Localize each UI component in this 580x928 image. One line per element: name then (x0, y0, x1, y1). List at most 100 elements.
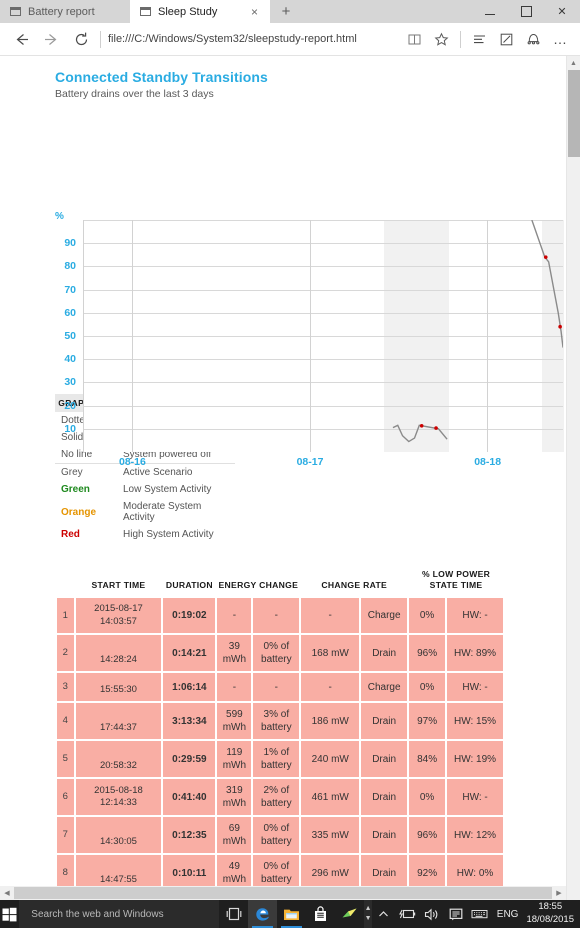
legend-color-label: Red (61, 529, 80, 540)
horizontal-scroll-thumb[interactable] (14, 887, 552, 899)
cell-change-rate: 240 mW (301, 741, 360, 778)
scroll-left-arrow[interactable]: ◀ (0, 889, 14, 897)
tab-battery-report[interactable]: Battery report (0, 0, 130, 23)
taskbar: Search the web and Windows ▲ ▼ ENG 18:55… (0, 900, 580, 928)
vertical-scrollbar[interactable]: ▲ (566, 56, 580, 900)
cell-energy-mwh: 599 mWh (217, 703, 252, 740)
keyboard-icon[interactable] (468, 908, 492, 920)
scroll-up-arrow[interactable]: ▲ (567, 56, 580, 70)
start-button[interactable] (0, 900, 19, 928)
cell-change-rate: 335 mW (301, 817, 360, 854)
cell-hw-percent: HW: 89% (447, 635, 503, 672)
cell-energy-percent: 0% of battery (253, 817, 300, 854)
divider (100, 30, 101, 48)
cell-energy-mwh: 319 mWh (217, 779, 252, 816)
action-center-icon[interactable] (444, 908, 468, 921)
table-header-row: START TIME DURATION ENERGY CHANGE CHANGE… (57, 567, 503, 597)
web-note-icon[interactable] (493, 25, 520, 53)
cell-change-direction: Charge (361, 673, 408, 702)
legend-color-description: Moderate System Activity (123, 501, 202, 523)
scroll-right-arrow[interactable]: ▶ (552, 889, 566, 897)
more-actions-icon[interactable]: … (547, 25, 574, 53)
language-indicator[interactable]: ENG (492, 909, 524, 920)
legend-row: Orange Moderate System Activity (55, 498, 235, 526)
page-viewport: Connected Standby Transitions Battery dr… (0, 56, 580, 900)
share-icon[interactable] (520, 25, 547, 53)
tab-strip: Battery report Sleep Study × + ✕ (0, 0, 580, 23)
start-clock: 12:14:33 (99, 797, 137, 809)
search-input[interactable]: Search the web and Windows (19, 900, 220, 928)
table-row: 5 20:58:32 0:29:59 119 mWh 1% of battery 240 … (57, 741, 503, 778)
show-hidden-icons-icon[interactable] (372, 908, 396, 921)
sleep-study-report: Connected Standby Transitions Battery dr… (0, 69, 566, 900)
tab-label: Sleep Study (158, 5, 218, 18)
battery-icon[interactable] (396, 908, 420, 920)
start-clock: 14:30:05 (99, 835, 137, 847)
y-axis-tick: 10 (64, 422, 76, 435)
transitions-table-wrapper: START TIME DURATION ENERGY CHANGE CHANGE… (55, 565, 566, 900)
task-view-icon[interactable] (219, 900, 248, 928)
clock[interactable]: 18:55 18/08/2015 (523, 901, 580, 927)
cell-index: 2 (57, 635, 74, 672)
table-row: 2 14:28:24 0:14:21 39 mWh 0% of battery 168 m… (57, 635, 503, 672)
cell-hw-percent: HW: 12% (447, 817, 503, 854)
chevron-up-icon[interactable]: ▲ (365, 904, 372, 915)
start-clock: 14:47:55 (99, 873, 137, 885)
cell-low-power-percent: 96% (409, 635, 446, 672)
cell-energy-mwh: 39 mWh (217, 635, 252, 672)
window-controls: ✕ (472, 0, 580, 23)
cell-duration: 0:41:40 (163, 779, 216, 816)
back-arrow-icon[interactable] (6, 25, 36, 53)
cell-start-time: 2015-08-18 12:14:33 (75, 779, 162, 816)
cell-index: 4 (57, 703, 74, 740)
start-clock: 17:44:37 (99, 721, 137, 733)
legend-color-label: Grey (55, 463, 117, 481)
refresh-icon[interactable] (66, 25, 96, 53)
clock-time: 18:55 (538, 901, 563, 913)
cell-hw-percent: HW: - (447, 673, 503, 702)
cell-energy-percent: 0% of battery (253, 635, 300, 672)
x-axis-tick: 08-16 (119, 456, 146, 468)
vertical-scroll-thumb[interactable] (568, 70, 580, 157)
reading-view-icon[interactable] (401, 25, 428, 53)
cell-energy-mwh: 69 mWh (217, 817, 252, 854)
start-clock: 14:28:24 (99, 653, 137, 665)
taskbar-buttons (219, 900, 364, 928)
start-clock: 14:03:57 (99, 615, 137, 627)
divider (460, 30, 461, 48)
start-date: 2015-08-18 (94, 784, 143, 796)
volume-icon[interactable] (420, 908, 444, 921)
store-icon[interactable] (306, 900, 335, 928)
address-bar[interactable]: file:///C:/Windows/System32/sleepstudy-r… (108, 25, 401, 53)
taskbar-overflow-scroll[interactable]: ▲ ▼ (364, 900, 372, 928)
new-tab-button[interactable]: + (270, 0, 302, 23)
chevron-down-icon[interactable]: ▼ (365, 914, 372, 925)
feedback-icon[interactable] (335, 900, 364, 928)
legend-row: Green Low System Activity (55, 481, 235, 498)
y-axis-tick: 60 (64, 306, 76, 319)
close-window-button[interactable]: ✕ (544, 0, 580, 23)
folder-icon[interactable] (277, 900, 306, 928)
edge-icon[interactable] (248, 900, 278, 928)
cell-duration: 1:06:14 (163, 673, 216, 702)
toolbar-icons: … (401, 25, 574, 53)
cell-start-time: 17:44:37 (75, 703, 162, 740)
horizontal-scrollbar[interactable]: ◀ ▶ (0, 886, 566, 900)
tab-label: Battery report (28, 5, 95, 18)
cell-hw-percent: HW: - (447, 779, 503, 816)
close-tab-icon[interactable]: × (249, 6, 260, 18)
restore-button[interactable] (508, 0, 544, 23)
table-row: 4 17:44:37 3:13:34 599 mWh 3% of battery 186 … (57, 703, 503, 740)
legend-color-label: Orange (61, 506, 97, 518)
cell-start-time: 15:55:30 (75, 673, 162, 702)
hub-icon[interactable] (466, 25, 493, 53)
favorite-star-icon[interactable] (428, 25, 455, 53)
th-duration: DURATION (163, 567, 216, 597)
minimize-button[interactable] (472, 0, 508, 23)
page-subtitle: Battery drains over the last 3 days (55, 88, 214, 100)
th-index (57, 567, 74, 597)
chart-high-activity-marker (434, 426, 438, 430)
forward-arrow-icon[interactable] (36, 25, 66, 53)
cell-low-power-percent: 0% (409, 779, 446, 816)
tab-sleep-study[interactable]: Sleep Study × (130, 0, 270, 23)
